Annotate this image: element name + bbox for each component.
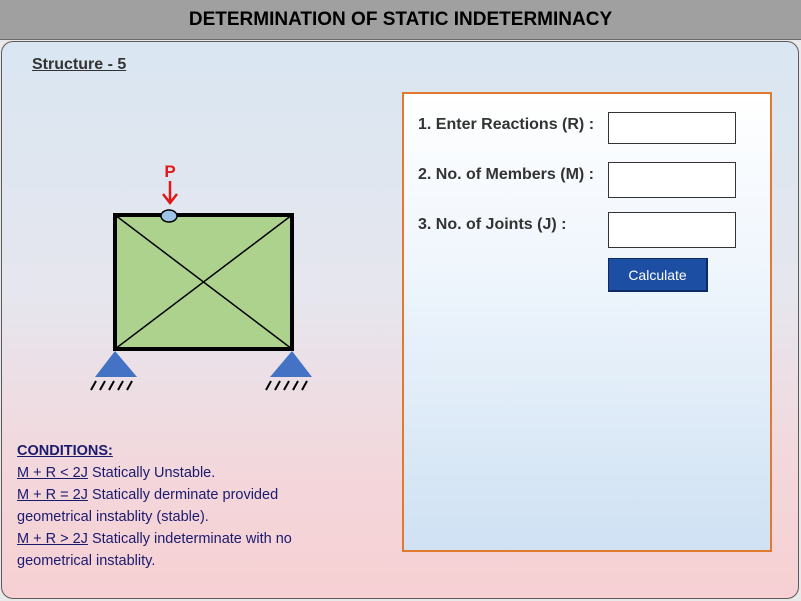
calculation-form: 1. Enter Reactions (R) : 2. No. of Membe…: [402, 92, 772, 552]
condition-formula: M + R = 2J: [17, 487, 88, 503]
svg-text:P: P: [164, 162, 175, 181]
reactions-label: 1. Enter Reactions (R) :: [418, 116, 595, 133]
joints-input[interactable]: [608, 212, 736, 248]
structure-title: Structure - 5: [32, 56, 127, 73]
right-support-icon: [265, 351, 312, 391]
structure-diagram: P: [90, 162, 312, 391]
joint-icon: [160, 209, 178, 223]
condition-formula: M + R > 2J: [17, 531, 88, 547]
condition-determinate: M + R = 2J Statically derminate provided…: [17, 484, 307, 528]
page-title: DETERMINATION OF STATIC INDETERMINACY: [0, 0, 801, 40]
condition-text: Statically Unstable.: [87, 465, 216, 481]
calculate-button[interactable]: Calculate: [608, 258, 708, 292]
condition-indeterminate: M + R > 2J Statically indeterminate with…: [17, 528, 307, 572]
load-arrow-icon: [162, 181, 178, 206]
joints-label: 3. No. of Joints (J) :: [418, 216, 567, 233]
members-label: 2. No. of Members (M) :: [418, 166, 595, 183]
members-input[interactable]: [608, 162, 736, 198]
conditions-section: CONDITIONS: M + R < 2J Statically Unstab…: [17, 440, 307, 572]
conditions-heading: CONDITIONS:: [17, 443, 113, 459]
condition-unstable: M + R < 2J Statically Unstable.: [17, 462, 307, 484]
reactions-input[interactable]: [608, 112, 736, 144]
left-support-icon: [90, 351, 137, 391]
condition-formula: M + R < 2J: [17, 465, 88, 481]
load-label: P: [164, 162, 175, 181]
main-panel: Structure - 5 P CONDITIONS: M + R < 2J S…: [1, 41, 799, 599]
